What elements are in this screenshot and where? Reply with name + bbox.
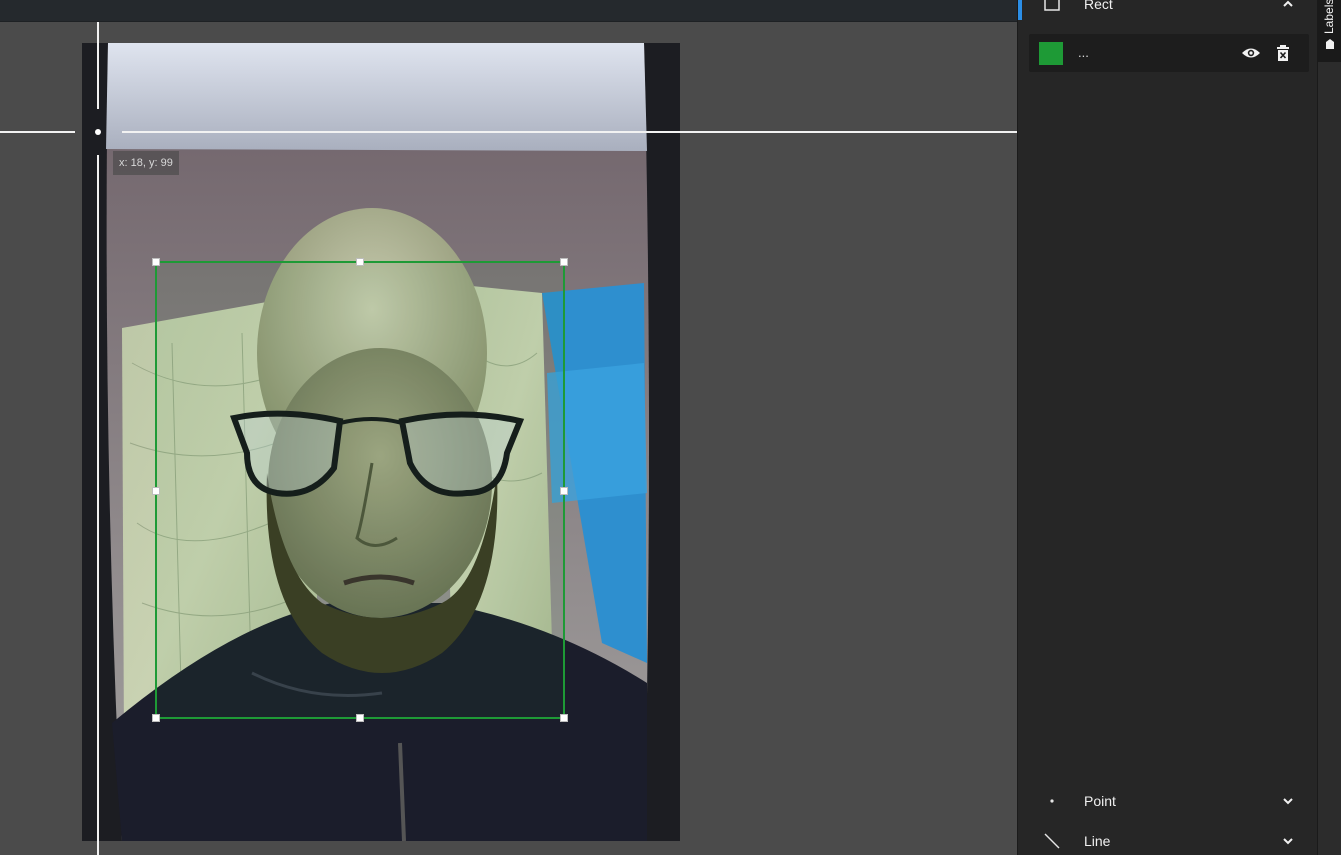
chevron-down-icon[interactable] xyxy=(1280,833,1296,849)
tag-icon xyxy=(1324,37,1336,49)
resize-handle-bottom-left[interactable] xyxy=(152,714,160,722)
label-name: ... xyxy=(1078,45,1089,60)
tab-labels[interactable]: Labels xyxy=(1318,0,1341,62)
resize-handle-left[interactable] xyxy=(152,487,160,495)
section-rect[interactable]: Rect xyxy=(1018,0,1318,18)
annotation-canvas[interactable]: x: 18, y: 99 xyxy=(0,22,1017,855)
resize-handle-right[interactable] xyxy=(560,487,568,495)
section-line[interactable]: Line xyxy=(1018,827,1318,855)
resize-handle-bottom[interactable] xyxy=(356,714,364,722)
crosshair-vertical xyxy=(97,22,99,109)
section-point[interactable]: Point xyxy=(1018,787,1318,815)
active-section-indicator xyxy=(1018,0,1022,20)
delete-icon[interactable] xyxy=(1273,43,1293,63)
section-label: Rect xyxy=(1084,0,1113,12)
coordinate-readout: x: 18, y: 99 xyxy=(113,151,179,175)
bounding-box[interactable] xyxy=(152,258,568,722)
point-tool-icon xyxy=(1043,792,1061,810)
resize-handle-top[interactable] xyxy=(356,258,364,266)
crosshair-center xyxy=(95,129,101,135)
chevron-down-icon[interactable] xyxy=(1280,793,1296,809)
eye-icon[interactable] xyxy=(1241,43,1261,63)
label-color-swatch[interactable] xyxy=(1039,42,1063,65)
chevron-up-icon[interactable] xyxy=(1280,0,1296,12)
side-tab-bar: Labels xyxy=(1317,0,1341,855)
line-tool-icon xyxy=(1043,832,1061,850)
rect-tool-icon xyxy=(1043,0,1061,13)
crosshair-horizontal xyxy=(122,131,1017,133)
tab-labels-label: Labels xyxy=(1322,0,1336,34)
section-label: Point xyxy=(1084,793,1116,809)
annotation-app: x: 18, y: 99 Rect ... Point Line Labels xyxy=(0,0,1341,855)
crosshair-horizontal xyxy=(0,131,75,133)
resize-handle-bottom-right[interactable] xyxy=(560,714,568,722)
section-label: Line xyxy=(1084,833,1111,849)
resize-handle-top-right[interactable] xyxy=(560,258,568,266)
crosshair-vertical xyxy=(97,155,99,855)
top-bar xyxy=(0,0,1017,22)
label-panel: Rect ... Point Line xyxy=(1017,0,1317,855)
label-item[interactable]: ... xyxy=(1029,34,1309,72)
resize-handle-top-left[interactable] xyxy=(152,258,160,266)
